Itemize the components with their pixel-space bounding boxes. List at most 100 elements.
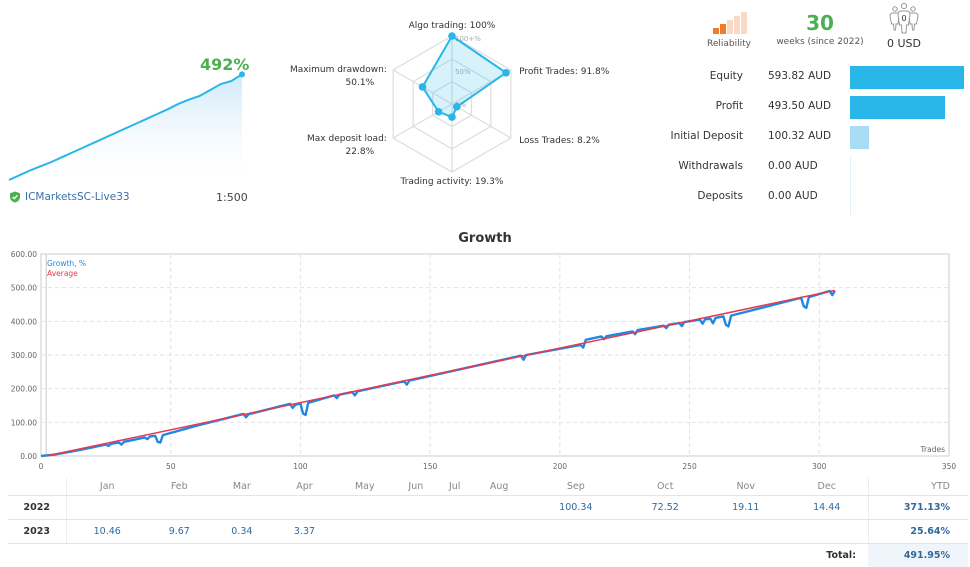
money-row-deposits: Deposits 0.00 AUD bbox=[660, 186, 970, 216]
legend-entry: Growth, % bbox=[47, 259, 86, 268]
x-axis-label: Trades bbox=[920, 445, 946, 454]
radar-point bbox=[502, 68, 510, 77]
money-label: Equity bbox=[709, 70, 743, 82]
radar-point bbox=[418, 83, 427, 91]
radar-point bbox=[434, 107, 443, 116]
month-header: Feb bbox=[147, 478, 211, 496]
subscription-price: 0 USD bbox=[887, 37, 921, 50]
x-tick-label: 350 bbox=[942, 462, 957, 471]
month-header: Sep bbox=[526, 478, 625, 496]
year-label: 2022 bbox=[8, 495, 67, 520]
y-tick-label: 500.00 bbox=[11, 284, 37, 293]
month-value[interactable]: 72.52 bbox=[624, 495, 706, 520]
monthly-returns-table: Jan Feb Mar Apr May Jun Jul Aug Sep Oct Nov Dec YTD … bbox=[8, 478, 968, 567]
verified-shield-icon bbox=[10, 191, 20, 203]
x-tick-label: 200 bbox=[553, 462, 568, 471]
month-value[interactable]: 3.37 bbox=[273, 519, 336, 544]
money-row-withdrawals: Withdrawals 0.00 AUD bbox=[660, 156, 970, 186]
reliability: Reliability bbox=[700, 12, 758, 49]
year-label: 2023 bbox=[8, 519, 67, 544]
broker-server[interactable]: ICMarketsSC-Live33 bbox=[9, 191, 130, 203]
broker-name[interactable]: ICMarketsSC-Live33 bbox=[25, 191, 130, 203]
month-value bbox=[471, 495, 527, 520]
weeks-count: 30 bbox=[806, 11, 834, 35]
x-tick-label: 150 bbox=[423, 462, 438, 471]
money-bar bbox=[850, 186, 851, 216]
month-header: Jun bbox=[393, 478, 438, 496]
money-label: Withdrawals bbox=[678, 160, 743, 172]
growth-chart: 0.00 100.00 200.00 300.00 400.00 500.00 600.00… bbox=[11, 250, 957, 471]
money-bar bbox=[850, 96, 945, 119]
reliability-bar bbox=[720, 24, 726, 34]
x-tick-label: 300 bbox=[812, 462, 827, 471]
money-bar bbox=[850, 66, 964, 89]
y-tick-label: 0.00 bbox=[20, 452, 37, 461]
x-tick-label: 250 bbox=[682, 462, 697, 471]
money-row-equity: Equity 593.82 AUD bbox=[660, 66, 970, 89]
radar-point bbox=[448, 113, 456, 121]
reliability-bars-icon bbox=[713, 12, 747, 34]
month-header: Jul bbox=[437, 478, 472, 496]
money-value: 0.00 AUD bbox=[768, 190, 818, 202]
money-label: Profit bbox=[715, 100, 743, 112]
subscribers[interactable]: 0 0 USD bbox=[878, 2, 930, 50]
total-row: Total: 491.95% bbox=[8, 543, 968, 567]
radar-chart: 100+%50%0%Algo trading: 100%Profit Trade… bbox=[290, 21, 610, 187]
money-bar bbox=[850, 126, 870, 149]
month-value bbox=[471, 519, 527, 544]
radar-axis-label: Profit Trades: 91.8% bbox=[519, 67, 610, 77]
month-header: Jan bbox=[66, 478, 148, 496]
subscribers-icon: 0 bbox=[889, 2, 919, 34]
x-tick-label: 50 bbox=[166, 462, 176, 471]
money-value: 493.50 AUD bbox=[768, 100, 832, 112]
radar-axis-label: Maximum drawdown: bbox=[290, 65, 387, 75]
radar-axis-label: Max deposit load: bbox=[307, 134, 387, 144]
x-tick-label: 100 bbox=[293, 462, 308, 471]
month-value bbox=[273, 495, 336, 520]
month-value bbox=[437, 519, 472, 544]
month-value bbox=[393, 495, 438, 520]
reliability-bar bbox=[734, 16, 740, 34]
month-value bbox=[785, 519, 868, 544]
month-value bbox=[210, 495, 274, 520]
month-value bbox=[437, 495, 472, 520]
month-value[interactable]: 19.11 bbox=[705, 495, 786, 520]
radar-point bbox=[448, 32, 456, 40]
month-value bbox=[335, 519, 394, 544]
month-value bbox=[147, 495, 211, 520]
month-header: Mar bbox=[210, 478, 274, 496]
y-tick-label: 200.00 bbox=[11, 385, 37, 394]
month-header: Nov bbox=[705, 478, 786, 496]
total-value: 491.95% bbox=[868, 543, 968, 567]
y-tick-label: 300.00 bbox=[11, 351, 37, 360]
month-value[interactable]: 10.46 bbox=[66, 519, 148, 544]
legend-entry: Average bbox=[47, 269, 78, 278]
money-bar bbox=[850, 156, 851, 186]
chart-title: Growth bbox=[458, 231, 512, 246]
x-tick-label: 0 bbox=[39, 462, 44, 471]
money-value: 593.82 AUD bbox=[768, 70, 832, 82]
month-value bbox=[624, 519, 706, 544]
y-tick-label: 600.00 bbox=[11, 250, 37, 259]
reliability-bar bbox=[727, 20, 733, 34]
radar-axis-value: 50.1% bbox=[346, 78, 375, 88]
month-value[interactable]: 9.67 bbox=[147, 519, 211, 544]
ytd-value: 25.64% bbox=[867, 519, 968, 544]
month-value[interactable]: 0.34 bbox=[210, 519, 274, 544]
growth-percent: 492% bbox=[200, 55, 250, 74]
reliability-label: Reliability bbox=[707, 39, 751, 49]
money-label: Deposits bbox=[697, 190, 743, 202]
year-header bbox=[8, 478, 67, 496]
month-value[interactable]: 14.44 bbox=[785, 495, 868, 520]
month-value bbox=[705, 519, 786, 544]
radar-axis-label: Loss Trades: 8.2% bbox=[519, 136, 600, 146]
money-label: Initial Deposit bbox=[670, 130, 743, 142]
month-header: Aug bbox=[471, 478, 527, 496]
subscribers-count: 0 bbox=[901, 14, 906, 23]
month-value[interactable]: 100.34 bbox=[526, 495, 625, 520]
money-row-initial-deposit: Initial Deposit 100.32 AUD bbox=[660, 126, 970, 149]
reliability-bar bbox=[741, 12, 747, 34]
total-label: Total: bbox=[826, 549, 856, 561]
radar-point bbox=[453, 102, 461, 111]
weeks-active: 30 weeks (since 2022) bbox=[770, 12, 870, 47]
